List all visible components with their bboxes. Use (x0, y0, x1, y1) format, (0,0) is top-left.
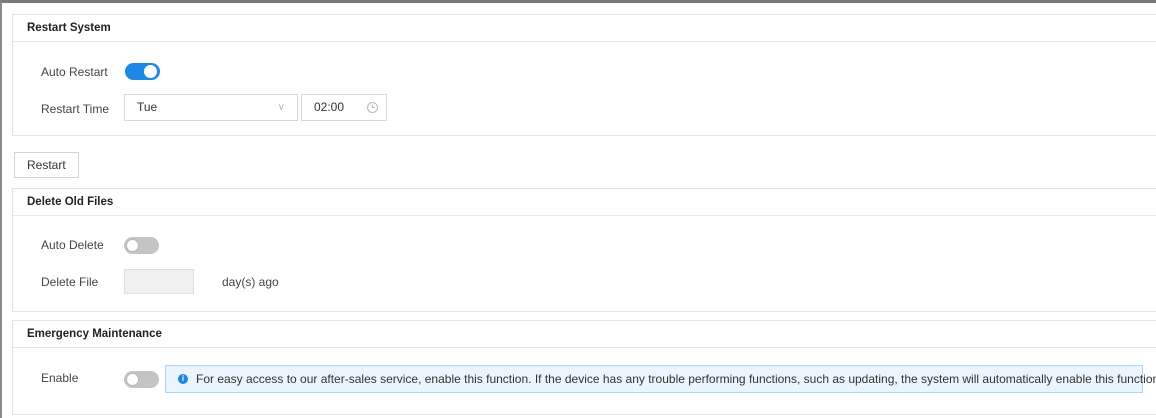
toggle-knob (144, 65, 157, 78)
info-icon: i (178, 374, 188, 384)
auto-delete-label: Auto Delete (41, 238, 104, 252)
emergency-info-text: For easy access to our after-sales servi… (196, 372, 1156, 386)
delete-old-files-panel: Delete Old Files Auto Delete Delete File… (12, 188, 1156, 312)
clock-icon (367, 102, 378, 113)
restart-day-select[interactable]: Tue ∨ (124, 94, 298, 121)
restart-time-value: 02:00 (314, 100, 345, 114)
delete-days-input[interactable] (124, 269, 194, 294)
restart-system-title: Restart System (13, 15, 1156, 42)
emergency-maintenance-panel: Emergency Maintenance Enable i For easy … (12, 320, 1156, 415)
auto-delete-toggle[interactable] (124, 237, 159, 254)
auto-restart-toggle[interactable] (125, 63, 160, 80)
chevron-down-icon: ∨ (277, 102, 285, 113)
toggle-knob (126, 239, 139, 252)
emergency-maintenance-title: Emergency Maintenance (13, 321, 1156, 348)
auto-restart-label: Auto Restart (41, 65, 108, 79)
restart-time-picker[interactable]: 02:00 (301, 94, 387, 121)
days-suffix-label: day(s) ago (222, 275, 279, 289)
delete-file-label: Delete File (41, 275, 99, 289)
restart-day-value: Tue (137, 100, 158, 114)
enable-label: Enable (41, 371, 79, 385)
restart-time-label: Restart Time (41, 102, 110, 116)
delete-old-files-title: Delete Old Files (13, 189, 1156, 216)
restart-system-panel: Restart System Auto Restart Restart Time… (12, 14, 1156, 136)
emergency-info-box: i For easy access to our after-sales ser… (165, 365, 1156, 393)
emergency-maintenance-toggle[interactable] (124, 371, 159, 388)
restart-button[interactable]: Restart (14, 152, 79, 178)
toggle-knob (126, 373, 139, 386)
